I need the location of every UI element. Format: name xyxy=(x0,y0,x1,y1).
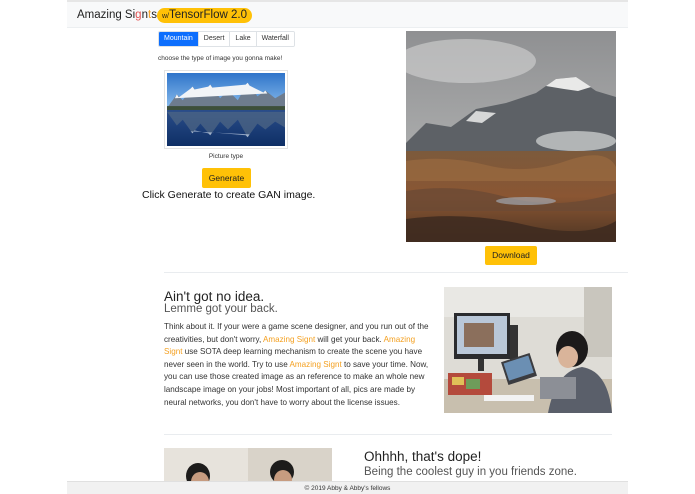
office-photo xyxy=(444,287,612,413)
tab-desert[interactable]: Desert xyxy=(198,32,231,46)
tensorflow-badge: w/TensorFlow 2.0 xyxy=(157,8,252,23)
badge-text: TensorFlow 2.0 xyxy=(169,9,247,21)
instruction-text: choose the type of image you gonna make! xyxy=(158,55,283,62)
section2-subtitle: Being the coolest guy in you friends zon… xyxy=(364,466,577,478)
section1-description: Think about it. If your were a game scen… xyxy=(164,321,434,409)
navbar: Amazing Signts w/TensorFlow 2.0 xyxy=(67,0,628,28)
badge-prefix: w/ xyxy=(162,13,169,20)
desc-text-2: will get your back. xyxy=(315,334,384,344)
brand-logo[interactable]: Amazing Signts xyxy=(77,9,157,21)
section-divider xyxy=(164,272,628,273)
brand-mention-3: Amazing Signt xyxy=(289,359,342,369)
section1-title: Ain't got no idea. xyxy=(164,289,265,304)
brand-mention-1: Amazing Signt xyxy=(263,334,316,344)
mountain-lake-image xyxy=(167,73,285,146)
section2-title: Ohhhh, that's dope! xyxy=(364,449,482,464)
picture-type-caption: Picture type xyxy=(208,153,244,160)
tab-mountain[interactable]: Mountain xyxy=(159,32,199,46)
gan-generated-image xyxy=(406,31,616,242)
brand-text-start: Amazing Si xyxy=(77,9,136,21)
page-frame: Amazing Signts w/TensorFlow 2.0 Mountain… xyxy=(67,0,628,494)
tab-lake[interactable]: Lake xyxy=(230,32,257,46)
download-button[interactable]: Download xyxy=(485,246,537,265)
image-type-tabs: Mountain Desert Lake Waterfall xyxy=(158,31,295,47)
generate-button[interactable]: Generate xyxy=(202,168,251,188)
section-divider-2 xyxy=(164,434,612,435)
generate-hint: Click Generate to create GAN image. xyxy=(142,189,316,201)
section1-subtitle: Lemme got your back. xyxy=(164,303,278,315)
tab-waterfall[interactable]: Waterfall xyxy=(256,32,294,46)
footer: © 2019 Abby & Abby's fellows xyxy=(67,481,628,494)
picture-type-thumbnail xyxy=(164,70,288,149)
